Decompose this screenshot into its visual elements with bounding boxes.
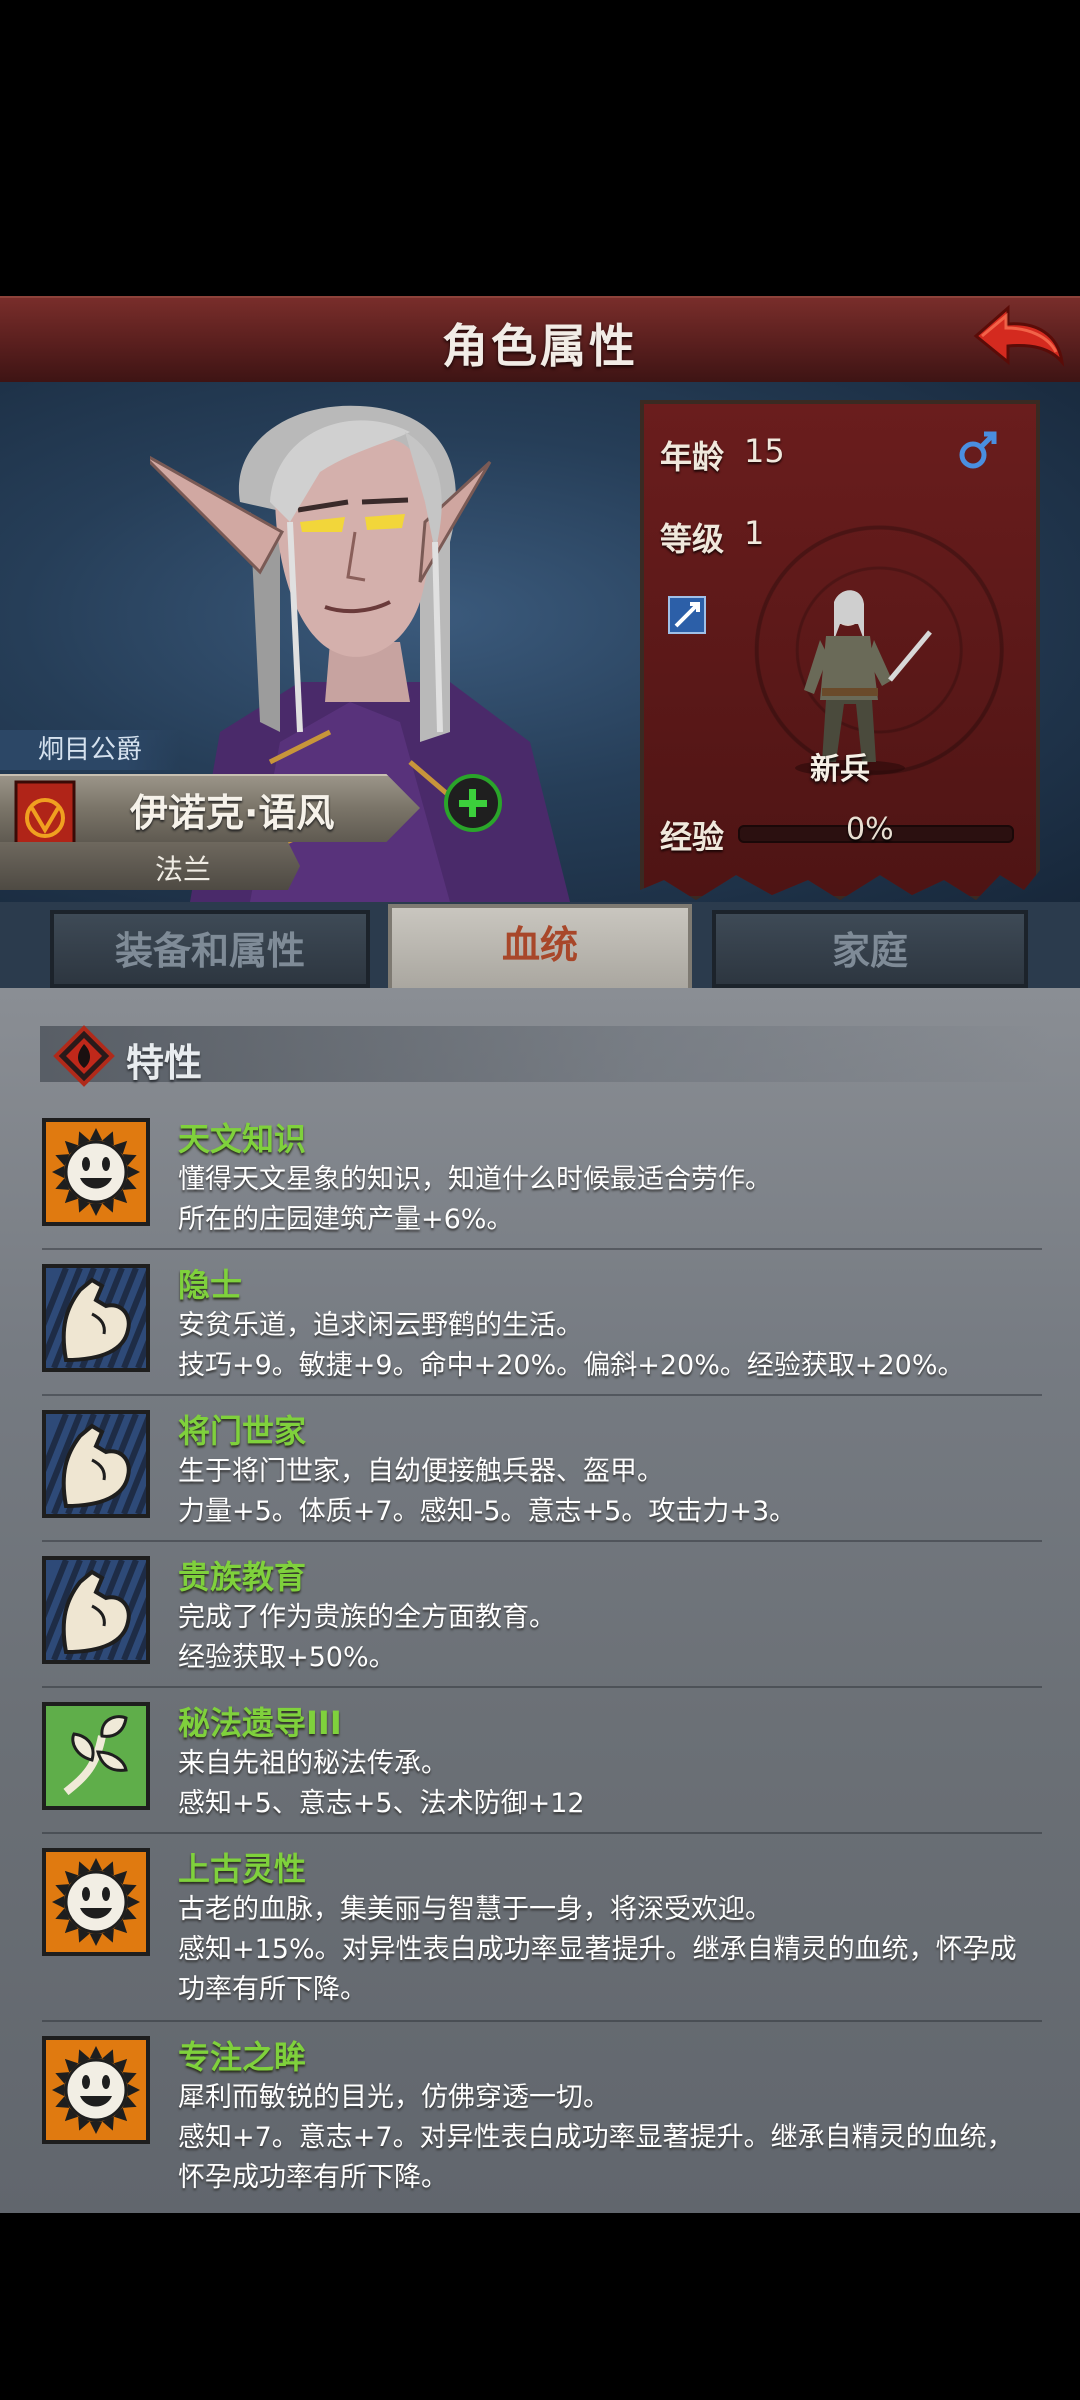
tab-equipment-attributes[interactable]: 装备和属性 (50, 910, 370, 988)
tab-bloodline[interactable]: 血统 (388, 904, 692, 990)
trait-description: 犀利而敏锐的目光，仿佛穿透一切。 感知+7。意志+7。对异性表白成功率显著提升。… (178, 2082, 1014, 2193)
trait-description: 古老的血脉，集美丽与智慧于一身，将深受欢迎。 感知+15%。对异性表白成功率显著… (178, 1894, 1017, 2005)
male-icon (959, 431, 997, 469)
weapon-type-icon (668, 596, 706, 634)
trait-divider (42, 1832, 1042, 1834)
rank-label: 新兵 (810, 752, 870, 787)
age-label: 年龄 (660, 438, 725, 476)
trait-description: 完成了作为贵族的全方面教育。 经验获取+50%。 (178, 1602, 556, 1673)
trait-name: 天文知识 (178, 1120, 307, 1158)
flexed-arm-icon[interactable] (23, 1410, 195, 1518)
trait-name: 秘法遗导III (178, 1704, 342, 1742)
page-title: 角色属性 (442, 319, 638, 373)
noble-title-label: 炯目公爵 (0, 730, 180, 770)
trait-divider (42, 1248, 1042, 1250)
trait-description: 懂得天文星象的知识，知道什么时候最适合劳作。 所在的庄园建筑产量+6%。 (178, 1164, 772, 1235)
sprout-icon[interactable] (42, 1702, 150, 1810)
section-title: 特性 (126, 1041, 203, 1085)
country-plate (0, 842, 300, 890)
trait-description: 生于将门世家，自幼便接触兵器、盔甲。 力量+5。体质+7。感知-5。意志+5。攻… (178, 1456, 797, 1527)
exp-value: 0% (846, 812, 894, 847)
fire-diamond-icon (53, 1025, 115, 1087)
trait-divider (42, 1686, 1042, 1688)
sun-face-icon[interactable] (42, 1848, 150, 1956)
age-value: 15 (744, 432, 785, 470)
tab-family[interactable]: 家庭 (712, 910, 1028, 988)
sun-face-icon[interactable] (42, 2036, 150, 2144)
trait-name: 将门世家 (178, 1412, 307, 1450)
trait-name: 隐士 (178, 1266, 243, 1304)
level-value: 1 (744, 514, 765, 552)
header-bar: 角色属性 (0, 296, 1080, 385)
trait-divider (42, 1394, 1042, 1396)
back-button[interactable] (968, 300, 1068, 376)
flexed-arm-icon[interactable] (23, 1556, 195, 1664)
character-attributes-screen: 角色属性 炯目公爵 伊诺克·语风 法兰 年龄 15 等级 1 新兵 经验 0% … (0, 0, 1080, 2400)
trait-description: 来自先祖的秘法传承。 感知+5、意志+5、法术防御+12 (178, 1748, 585, 1819)
character-country: 法兰 (155, 853, 212, 886)
flexed-arm-icon[interactable] (23, 1264, 195, 1372)
trait-description: 安贫乐道，追求闲云野鹤的生活。 技巧+9。敏捷+9。命中+20%。偏斜+20%。… (178, 1310, 965, 1381)
trait-name: 专注之眸 (178, 2038, 307, 2076)
sword-icon (674, 602, 700, 628)
trait-name: 贵族教育 (178, 1558, 307, 1596)
trait-divider (42, 2020, 1042, 2022)
back-arrow-icon (973, 304, 1065, 367)
add-button[interactable] (444, 774, 502, 832)
bottom-bar (0, 2213, 1080, 2400)
trait-name: 上古灵性 (178, 1850, 307, 1888)
character-name: 伊诺克·语风 (130, 791, 335, 835)
sun-face-icon[interactable] (42, 1118, 150, 1226)
level-label: 等级 (660, 520, 725, 558)
exp-label: 经验 (660, 818, 725, 856)
trait-divider (42, 1540, 1042, 1542)
